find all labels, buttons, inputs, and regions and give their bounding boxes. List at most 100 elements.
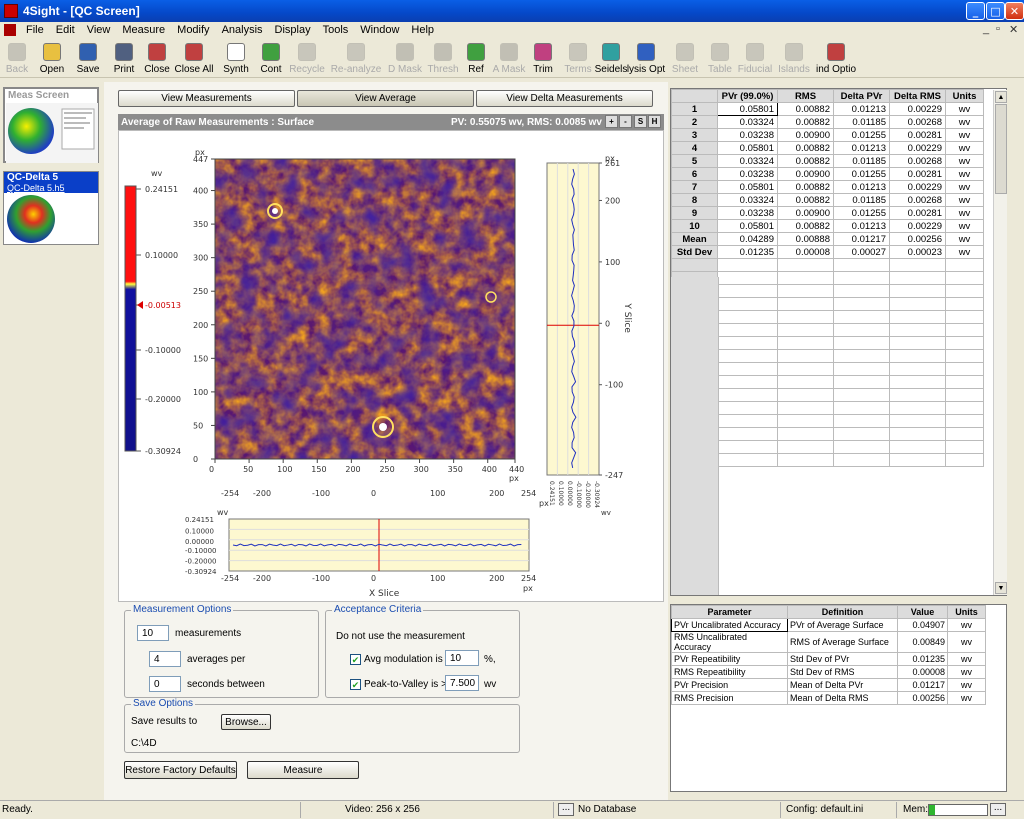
table-cell[interactable]: 0.00229	[889, 180, 946, 194]
toolbar-print-button[interactable]: Print	[106, 40, 142, 78]
scroll-down-icon[interactable]: ▼	[995, 582, 1007, 594]
toolbar-open-button[interactable]: Open	[34, 40, 70, 78]
table-cell[interactable]: wv	[945, 141, 984, 155]
table-cell[interactable]: PVr Uncalibrated Accuracy	[671, 618, 788, 632]
toolbar-islands-button[interactable]: Islands	[774, 40, 814, 78]
table-cell[interactable]: 0.01255	[833, 167, 890, 181]
peak-to-valley-checkbox[interactable]: ✔	[350, 679, 361, 690]
table-cell[interactable]: 0.05801	[717, 102, 778, 116]
table-cell[interactable]: 0.01213	[833, 180, 890, 194]
table-cell[interactable]: PVr Precision	[671, 678, 788, 692]
scroll-up-icon[interactable]: ▲	[995, 91, 1007, 103]
table-cell[interactable]: Std Dev of RMS	[787, 665, 898, 679]
table-cell[interactable]: 0.01235	[897, 652, 948, 666]
toolbar-close-all-button[interactable]: Close All	[172, 40, 216, 78]
table-cell[interactable]: RMS of Average Surface	[787, 631, 898, 653]
menu-analysis[interactable]: Analysis	[216, 24, 269, 36]
table-cell[interactable]: wv	[947, 631, 986, 653]
memory-button[interactable]: ...	[990, 803, 1006, 816]
toolbar-table-button[interactable]: Table	[704, 40, 736, 78]
menu-measure[interactable]: Measure	[116, 24, 171, 36]
view-average-button[interactable]: View Average	[297, 90, 474, 107]
table-cell[interactable]: wv	[945, 193, 984, 207]
table-cell[interactable]: PVr Repeatibility	[671, 652, 788, 666]
measurements-count-input[interactable]: 10	[137, 625, 169, 641]
table-cell[interactable]: 0.00008	[897, 665, 948, 679]
menu-view[interactable]: View	[81, 24, 117, 36]
table-cell[interactable]: 0.01217	[833, 232, 890, 246]
restore-factory-defaults-button[interactable]: Restore Factory Defaults	[124, 761, 237, 779]
table-cell[interactable]: RMS Precision	[671, 691, 788, 705]
qc-delta-thumbnail[interactable]: QC-Delta 5 QC-Delta 5.h5	[3, 171, 99, 245]
table-cell[interactable]: 0.01255	[833, 206, 890, 220]
table-cell[interactable]: wv	[945, 219, 984, 233]
table-cell[interactable]: wv	[945, 206, 984, 220]
table-cell[interactable]: 0.03324	[717, 115, 778, 129]
table-cell[interactable]: 0.05801	[717, 219, 778, 233]
toolbar-thresh-button[interactable]: Thresh	[426, 40, 460, 78]
mdi-restore-button[interactable]: ▫	[996, 23, 1000, 35]
document-icon[interactable]	[4, 24, 16, 36]
table-cell[interactable]: 0.00229	[889, 141, 946, 155]
table-cell[interactable]: wv	[945, 167, 984, 181]
table-cell[interactable]: 0.00268	[889, 154, 946, 168]
view-measurements-button[interactable]: View Measurements	[118, 90, 295, 107]
table-cell[interactable]: 0.00281	[889, 167, 946, 181]
table-cell[interactable]: wv	[945, 128, 984, 142]
table-cell[interactable]: 0.00268	[889, 115, 946, 129]
table-cell[interactable]: wv	[947, 652, 986, 666]
table-cell[interactable]: 0.00229	[889, 102, 946, 116]
table-cell[interactable]: 0.00882	[777, 102, 834, 116]
table-cell[interactable]: Mean of Delta RMS	[787, 691, 898, 705]
table-cell[interactable]: 0.00281	[889, 206, 946, 220]
table-cell[interactable]: 0.00900	[777, 206, 834, 220]
menu-modify[interactable]: Modify	[171, 24, 215, 36]
toolbar-back-button[interactable]: Back	[0, 40, 34, 78]
table-cell[interactable]: 0.03324	[717, 193, 778, 207]
close-window-button[interactable]: ✕	[1005, 2, 1024, 20]
table-cell[interactable]: 0.03238	[717, 206, 778, 220]
table-cell[interactable]: wv	[947, 678, 986, 692]
plot-h-button[interactable]: H	[648, 115, 661, 128]
table-cell[interactable]: Mean of Delta PVr	[787, 678, 898, 692]
menu-window[interactable]: Window	[354, 24, 405, 36]
database-button[interactable]: ...	[558, 803, 574, 816]
table-cell[interactable]: 0.00256	[897, 691, 948, 705]
table-cell[interactable]: 0.01213	[833, 141, 890, 155]
table-cell[interactable]: 0.00888	[777, 232, 834, 246]
menu-help[interactable]: Help	[405, 24, 440, 36]
table-cell[interactable]: 0.03238	[717, 167, 778, 181]
table-cell[interactable]: 0.00882	[777, 154, 834, 168]
table-cell[interactable]: 0.00027	[833, 245, 890, 259]
table-cell[interactable]: Std Dev of PVr	[787, 652, 898, 666]
table-cell[interactable]: 0.01213	[833, 219, 890, 233]
toolbar-cont-button[interactable]: Cont	[256, 40, 286, 78]
toolbar-trim-button[interactable]: Trim	[526, 40, 560, 78]
table-cell[interactable]: 0.00229	[889, 219, 946, 233]
table-cell[interactable]: 0.00281	[889, 128, 946, 142]
table-cell[interactable]: PVr of Average Surface	[787, 618, 898, 632]
table-cell[interactable]: wv	[947, 618, 986, 632]
toolbar-recycle-button[interactable]: Recycle	[286, 40, 328, 78]
menu-file[interactable]: File	[20, 24, 50, 36]
toolbar-sheet-button[interactable]: Sheet	[666, 40, 704, 78]
table-cell[interactable]: 0.03324	[717, 154, 778, 168]
table-cell[interactable]: 0.01255	[833, 128, 890, 142]
table-cell[interactable]: 0.00882	[777, 141, 834, 155]
table-cell[interactable]: 0.00008	[777, 245, 834, 259]
toolbar-save-button[interactable]: Save	[70, 40, 106, 78]
toolbar-lysis-opt-button[interactable]: lysis Opt	[626, 40, 666, 78]
table-cell[interactable]: 0.05801	[717, 141, 778, 155]
mdi-minimize-button[interactable]: _	[983, 23, 989, 35]
table-cell[interactable]: 0.00900	[777, 167, 834, 181]
table-cell[interactable]: wv	[945, 232, 984, 246]
table-cell[interactable]: 0.04907	[897, 618, 948, 632]
table-cell[interactable]: 0.00882	[777, 193, 834, 207]
toolbar-ind-optio-button[interactable]: ind Optio	[814, 40, 858, 78]
toolbar-re-analyze-button[interactable]: Re-analyze	[328, 40, 384, 78]
maximize-button[interactable]: □	[986, 2, 1005, 20]
toolbar-seidels-button[interactable]: Seidels	[595, 40, 627, 78]
table-cell[interactable]: wv	[945, 102, 984, 116]
zoom-in-button[interactable]: +	[605, 115, 618, 128]
avg-modulation-input[interactable]: 10	[445, 650, 479, 666]
